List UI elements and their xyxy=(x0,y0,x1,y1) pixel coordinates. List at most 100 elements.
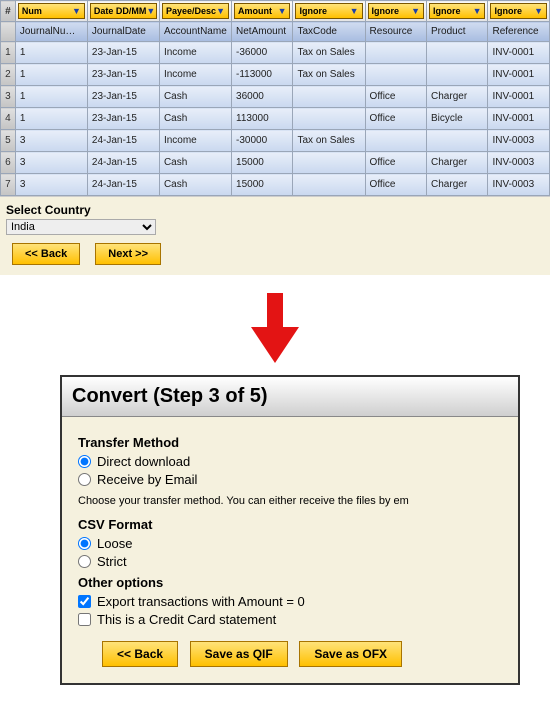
chevron-down-icon: ▼ xyxy=(72,6,81,16)
next-button[interactable]: Next >> xyxy=(95,243,161,265)
chevron-down-icon: ▼ xyxy=(216,6,225,16)
arrow-down-icon xyxy=(251,293,299,363)
row-number: 4 xyxy=(1,108,16,130)
cell: Charger xyxy=(427,152,488,174)
select-country-label: Select Country xyxy=(6,203,544,217)
cell xyxy=(365,42,426,64)
cell: INV-0003 xyxy=(488,130,550,152)
row-number: 2 xyxy=(1,64,16,86)
receive-email-radio[interactable] xyxy=(78,473,91,486)
transfer-method-description: Choose your transfer method. You can eit… xyxy=(78,495,502,507)
chevron-down-icon: ▼ xyxy=(278,6,287,16)
cell: 24-Jan-15 xyxy=(87,174,159,196)
cell: INV-0003 xyxy=(488,152,550,174)
step3-title: Convert (Step 3 of 5) xyxy=(62,377,518,417)
column-header: Resource xyxy=(365,22,426,42)
csv-strict-radio[interactable] xyxy=(78,555,91,568)
column-mapping-hash: # xyxy=(1,1,16,22)
csv-strict-label: Strict xyxy=(97,554,127,569)
save-ofx-button[interactable]: Save as OFX xyxy=(299,641,402,667)
row-number: 1 xyxy=(1,42,16,64)
table-row: 5324-Jan-15Income-30000Tax on SalesINV-0… xyxy=(1,130,550,152)
direct-download-radio[interactable] xyxy=(78,455,91,468)
export-zero-amount-label: Export transactions with Amount = 0 xyxy=(97,594,305,609)
credit-card-label: This is a Credit Card statement xyxy=(97,612,276,627)
cell: Cash xyxy=(159,108,231,130)
cell: Office xyxy=(365,174,426,196)
flow-arrow xyxy=(0,275,550,375)
cell: Income xyxy=(159,130,231,152)
chevron-down-icon: ▼ xyxy=(146,6,155,16)
step3-back-button[interactable]: << Back xyxy=(102,641,178,667)
cell: 23-Jan-15 xyxy=(87,108,159,130)
cell: -113000 xyxy=(232,64,293,86)
cell: Charger xyxy=(427,174,488,196)
column-mapping-dropdown[interactable]: Ignore▼ xyxy=(295,3,362,19)
column-mapping-dropdown[interactable]: Payee/Desc▼ xyxy=(162,3,229,19)
cell xyxy=(293,108,365,130)
country-panel: Select Country India << Back Next >> xyxy=(0,196,550,275)
cell: Income xyxy=(159,42,231,64)
cell: 15000 xyxy=(232,174,293,196)
column-header: TaxCode xyxy=(293,22,365,42)
chevron-down-icon: ▼ xyxy=(411,6,420,16)
chevron-down-icon: ▼ xyxy=(350,6,359,16)
cell: 3 xyxy=(15,152,87,174)
convert-step3-panel: Convert (Step 3 of 5) Transfer Method Di… xyxy=(60,375,520,685)
csv-loose-label: Loose xyxy=(97,536,132,551)
cell: 36000 xyxy=(232,86,293,108)
credit-card-checkbox[interactable] xyxy=(78,613,91,626)
cell xyxy=(293,152,365,174)
cell: Tax on Sales xyxy=(293,42,365,64)
export-zero-amount-checkbox[interactable] xyxy=(78,595,91,608)
table-row: 7324-Jan-15Cash15000OfficeChargerINV-000… xyxy=(1,174,550,196)
cell xyxy=(427,64,488,86)
back-button[interactable]: << Back xyxy=(12,243,80,265)
column-mapping-dropdown[interactable]: Amount▼ xyxy=(234,3,290,19)
cell: INV-0001 xyxy=(488,64,550,86)
cell xyxy=(293,174,365,196)
csv-loose-radio[interactable] xyxy=(78,537,91,550)
country-select[interactable]: India xyxy=(6,219,156,235)
cell: Office xyxy=(365,108,426,130)
column-mapping-dropdown[interactable]: Date DD/MM▼ xyxy=(90,3,157,19)
column-header: Reference xyxy=(488,22,550,42)
column-header: Product xyxy=(427,22,488,42)
row-number: 6 xyxy=(1,152,16,174)
cell: Bicycle xyxy=(427,108,488,130)
cell: 1 xyxy=(15,42,87,64)
table-row: 1123-Jan-15Income-36000Tax on SalesINV-0… xyxy=(1,42,550,64)
cell: INV-0003 xyxy=(488,174,550,196)
cell: INV-0001 xyxy=(488,86,550,108)
row-number: 3 xyxy=(1,86,16,108)
column-mapping-dropdown[interactable]: Ignore▼ xyxy=(429,3,485,19)
cell: 3 xyxy=(15,174,87,196)
cell: 113000 xyxy=(232,108,293,130)
column-header: JournalDate xyxy=(87,22,159,42)
cell: Cash xyxy=(159,86,231,108)
cell: Tax on Sales xyxy=(293,64,365,86)
cell: 23-Jan-15 xyxy=(87,86,159,108)
column-header: JournalNumber xyxy=(15,22,87,42)
column-mapping-dropdown[interactable]: Ignore▼ xyxy=(490,3,547,19)
save-qif-button[interactable]: Save as QIF xyxy=(190,641,288,667)
cell xyxy=(427,130,488,152)
column-mapping-dropdown[interactable]: Num▼ xyxy=(18,3,85,19)
cell: 23-Jan-15 xyxy=(87,64,159,86)
table-row: 2123-Jan-15Income-113000Tax on Sales INV-… xyxy=(1,64,550,86)
receive-email-label: Receive by Email xyxy=(97,472,197,487)
header-blank xyxy=(1,22,16,42)
table-row: 6324-Jan-15Cash15000OfficeChargerINV-000… xyxy=(1,152,550,174)
transfer-method-header: Transfer Method xyxy=(78,435,502,450)
other-options-header: Other options xyxy=(78,575,502,590)
cell: Cash xyxy=(159,152,231,174)
cell: Charger xyxy=(427,86,488,108)
row-number: 7 xyxy=(1,174,16,196)
cell: INV-0001 xyxy=(488,108,550,130)
column-mapping-dropdown[interactable]: Ignore▼ xyxy=(368,3,424,19)
chevron-down-icon: ▼ xyxy=(534,6,543,16)
cell: 1 xyxy=(15,64,87,86)
cell: 1 xyxy=(15,86,87,108)
cell: Income xyxy=(159,64,231,86)
cell: Tax on Sales xyxy=(293,130,365,152)
